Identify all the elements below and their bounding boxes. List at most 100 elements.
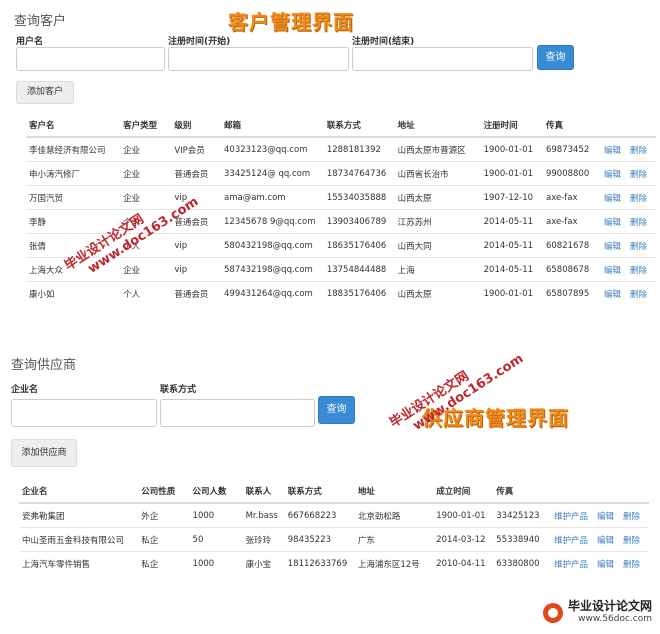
table-cell: 张玲玲 bbox=[242, 527, 285, 552]
delete-link[interactable]: 删除 bbox=[630, 170, 647, 180]
customer-section-title: 查询客户 bbox=[14, 14, 67, 29]
table-cell: 33425124@ qq.com bbox=[221, 161, 324, 186]
delete-link[interactable]: 删除 bbox=[630, 290, 647, 300]
table-cell: 15534035888 bbox=[323, 185, 395, 210]
row-actions: 编辑 删除 bbox=[600, 233, 656, 258]
delete-link[interactable]: 删除 bbox=[630, 194, 647, 204]
table-cell: 万国汽贸 bbox=[26, 185, 121, 210]
company-label: 企业名 bbox=[11, 385, 39, 395]
table-cell: 1900-01-01 bbox=[480, 281, 543, 305]
customer-query-button[interactable]: 查询 bbox=[537, 45, 574, 70]
row-actions: 编辑 删除 bbox=[600, 209, 656, 234]
table-cell: 63380800 bbox=[493, 551, 551, 575]
edit-link[interactable]: 编辑 bbox=[604, 242, 621, 252]
reg-start-label: 注册时间(开始) bbox=[168, 37, 231, 47]
table-cell: 上海 bbox=[394, 257, 481, 282]
add-supplier-button[interactable]: 添加供应商 bbox=[11, 439, 77, 467]
row-actions: 维护产品 编辑 删除 bbox=[550, 502, 649, 528]
row-actions: 编辑 删除 bbox=[600, 161, 656, 186]
table-cell: 667668223 bbox=[284, 502, 355, 528]
maintain-link[interactable]: 维护产品 bbox=[554, 512, 588, 522]
column-header: 成立时间 bbox=[433, 480, 494, 504]
delete-link[interactable]: 删除 bbox=[623, 536, 640, 546]
table-cell: vip bbox=[171, 233, 222, 258]
column-header-actions bbox=[600, 114, 656, 138]
table-cell: 60821678 bbox=[542, 233, 601, 258]
edit-link[interactable]: 编辑 bbox=[597, 560, 614, 570]
edit-link[interactable]: 编辑 bbox=[604, 290, 621, 300]
column-header: 联系方式 bbox=[323, 114, 395, 138]
edit-link[interactable]: 编辑 bbox=[604, 146, 621, 156]
add-customer-button[interactable]: 添加客户 bbox=[16, 81, 74, 104]
reg-end-label: 注册时间(结束) bbox=[352, 37, 415, 47]
table-cell: 申小涛汽修厂 bbox=[26, 161, 121, 186]
table-cell: 33425123 bbox=[493, 502, 551, 528]
edit-link[interactable]: 编辑 bbox=[604, 194, 621, 204]
maintain-link[interactable]: 维护产品 bbox=[554, 536, 588, 546]
table-row: 康小如 个人 普通会员 499431264@qq.com 18835176406 山西太原… bbox=[26, 281, 656, 305]
table-cell: 18635176406 bbox=[323, 233, 395, 258]
row-actions: 编辑 删除 bbox=[600, 136, 656, 162]
table-cell: 1288181392 bbox=[323, 136, 395, 162]
table-cell: 13903406789 bbox=[323, 209, 395, 234]
supplier-table: 企业名 公司性质 公司人数 联系人 联系方式 地址 成立时间 传真 瓷弗勒集团 外企 1000 Mr… bbox=[19, 480, 649, 575]
reg-end-input[interactable] bbox=[352, 47, 533, 71]
delete-link[interactable]: 删除 bbox=[623, 512, 640, 522]
table-cell: 山西省长治市 bbox=[394, 161, 481, 186]
reg-start-input[interactable] bbox=[168, 47, 349, 71]
table-cell: 12345678 9@qq.com bbox=[221, 209, 324, 234]
table-cell: 13754844488 bbox=[323, 257, 395, 282]
edit-link[interactable]: 编辑 bbox=[597, 536, 614, 546]
delete-link[interactable]: 删除 bbox=[630, 242, 647, 252]
table-row: 万国汽贸 企业 vip ama@am.com 15534035888 山西太原 1907-1… bbox=[26, 185, 656, 210]
delete-link[interactable]: 删除 bbox=[630, 266, 647, 276]
row-actions: 维护产品 编辑 删除 bbox=[550, 551, 649, 575]
maintain-link[interactable]: 维护产品 bbox=[554, 560, 588, 570]
table-cell: 山西太原 bbox=[394, 281, 481, 305]
table-cell: 瓷弗勒集团 bbox=[19, 502, 139, 528]
contact-input[interactable] bbox=[160, 399, 315, 427]
table-cell: 个人 bbox=[120, 281, 172, 305]
edit-link[interactable]: 编辑 bbox=[604, 218, 621, 228]
edit-link[interactable]: 编辑 bbox=[604, 266, 621, 276]
column-header: 邮箱 bbox=[221, 114, 324, 138]
delete-link[interactable]: 删除 bbox=[623, 560, 640, 570]
delete-link[interactable]: 删除 bbox=[630, 146, 647, 156]
column-header: 联系方式 bbox=[284, 480, 355, 504]
row-actions: 维护产品 编辑 删除 bbox=[550, 527, 649, 552]
edit-link[interactable]: 编辑 bbox=[604, 170, 621, 180]
table-cell: 1900-01-01 bbox=[480, 136, 543, 162]
table-cell: 普通会员 bbox=[171, 281, 222, 305]
customer-table: 客户名 客户类型 级别 邮箱 联系方式 地址 注册时间 传真 李佳慧经济有限公司 企业 VIP会员… bbox=[26, 114, 656, 305]
column-header: 注册时间 bbox=[480, 114, 543, 138]
column-header: 客户名 bbox=[26, 114, 121, 138]
delete-link[interactable]: 删除 bbox=[630, 218, 647, 228]
table-cell: 99008800 bbox=[542, 161, 601, 186]
table-cell: 580432198@qq.com bbox=[221, 233, 324, 258]
edit-link[interactable]: 编辑 bbox=[597, 512, 614, 522]
table-cell: 广东 bbox=[354, 527, 434, 552]
table-cell: VIP会员 bbox=[171, 136, 222, 162]
table-cell: axe-fax bbox=[542, 185, 601, 210]
table-cell: 上海汽车零件销售 bbox=[19, 551, 139, 575]
table-cell: 中山圣雨五金科技有限公司 bbox=[19, 527, 139, 552]
table-cell: vip bbox=[171, 257, 222, 282]
table-cell: 江苏苏州 bbox=[394, 209, 481, 234]
table-row: 申小涛汽修厂 企业 普通会员 33425124@ qq.com 18734764736 山… bbox=[26, 161, 656, 186]
column-header: 联系人 bbox=[242, 480, 285, 504]
username-input[interactable] bbox=[16, 47, 165, 71]
table-cell: 山西太原市晋源区 bbox=[394, 136, 481, 162]
table-cell: 2014-05-11 bbox=[480, 257, 543, 282]
table-cell: 65807895 bbox=[542, 281, 601, 305]
table-row: 瓷弗勒集团 外企 1000 Mr.bass 667668223 北京劲松路 1900-01-… bbox=[19, 502, 649, 528]
company-input[interactable] bbox=[11, 399, 157, 427]
table-cell: 2014-05-11 bbox=[480, 233, 543, 258]
site-logo: 毕业设计论文网 www.56doc.com bbox=[542, 600, 652, 626]
table-cell: 98435223 bbox=[284, 527, 355, 552]
supplier-query-button[interactable]: 查询 bbox=[318, 396, 355, 424]
column-header: 地址 bbox=[394, 114, 481, 138]
column-header: 公司人数 bbox=[189, 480, 243, 504]
table-cell: 康小如 bbox=[26, 281, 121, 305]
table-row: 上海汽车零件销售 私企 1000 康小宝 18112633769 上海浦东区12号 2010… bbox=[19, 551, 649, 575]
column-header: 传真 bbox=[542, 114, 601, 138]
